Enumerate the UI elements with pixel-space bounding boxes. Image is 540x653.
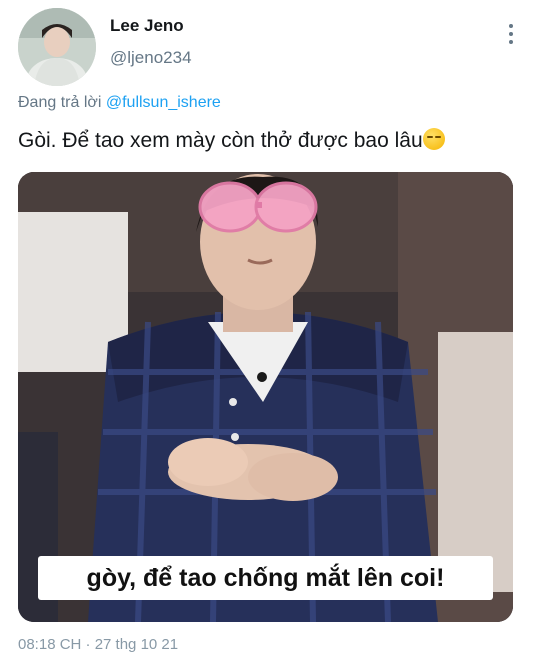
media-caption: gòy, để tao chống mắt lên coi! [38,556,493,600]
tweet-text: Gòi. Để tao xem mày còn thở được bao lâu [18,128,445,153]
tweet-media-image[interactable]: gòy, để tao chống mắt lên coi! [18,172,513,622]
reply-mention-link[interactable]: @fullsun_ishere [106,94,221,111]
tweet-body: Gòi. Để tao xem mày còn thở được bao lâu [18,129,423,152]
more-options-icon[interactable] [506,24,516,48]
tweet-header: Lee Jeno @ljeno234 [18,8,528,88]
avatar[interactable] [18,8,96,86]
reply-context: Đang trả lời @fullsun_ishere [18,94,221,112]
user-handle[interactable]: @ljeno234 [110,48,192,68]
reply-prefix: Đang trả lời [18,94,106,111]
display-name[interactable]: Lee Jeno [110,16,184,36]
smirking-face-emoji-icon [422,128,445,150]
